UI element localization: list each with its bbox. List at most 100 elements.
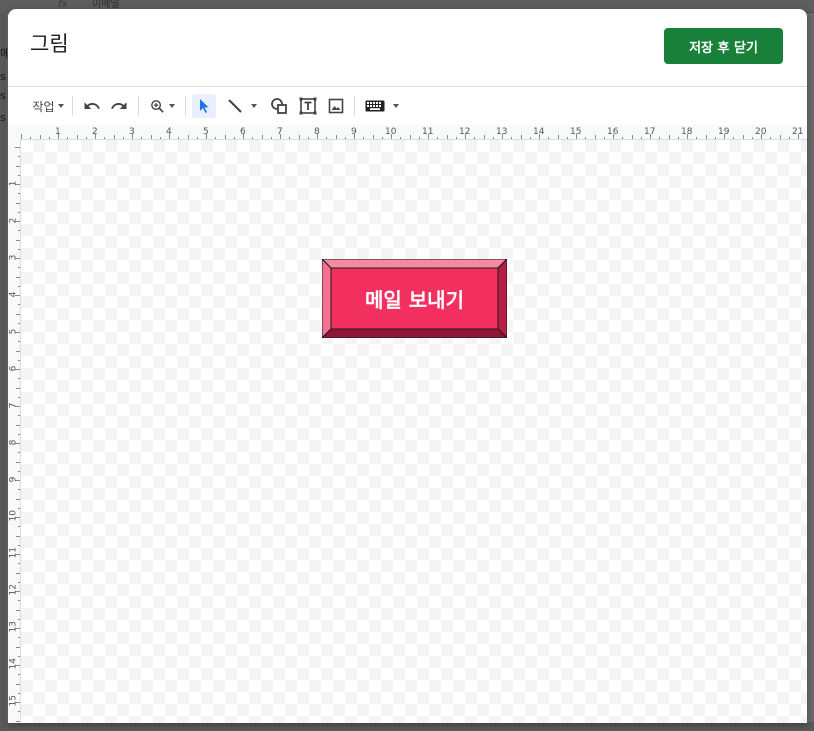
ruler-tick [18,526,20,528]
ruler-tick [659,137,661,139]
ruler-tick [18,285,20,287]
ruler-tick [585,137,587,139]
ruler-tick [603,137,605,139]
dialog-title: 그림 [30,32,69,56]
ruler-number: 1 [8,180,19,187]
image-tool-button[interactable] [324,94,348,118]
actions-menu-label: 작업 [32,99,55,114]
toolbar-divider [72,96,73,116]
ruler-tick [18,489,20,491]
ruler-tick [18,193,20,195]
ruler-tick [18,637,20,639]
zoom-icon [151,99,164,113]
ruler-tick [381,137,383,139]
ruler-tick [696,137,698,139]
ruler-tick [159,137,161,139]
ruler-number: 5 [8,328,19,335]
drawing-canvas[interactable]: 메일 보내기 [21,140,807,723]
ruler-number: 4 [8,291,19,298]
ruler-tick [566,137,568,139]
ruler-tick [76,135,78,139]
ruler-tick [298,135,300,139]
ruler-number: 6 [8,365,19,372]
ruler-tick [18,452,20,454]
ruler-number: 13 [496,127,508,137]
shape-tool-button[interactable] [267,94,291,118]
ruler-tick [18,655,20,657]
ruler-tick [446,135,448,139]
ruler-tick [344,137,346,139]
ruler-number: 11 [8,547,19,559]
ruler-tick [18,600,20,602]
ruler-number: 9 [351,127,357,137]
row-fragment: s [0,89,6,102]
select-tool-button[interactable] [192,94,216,118]
bevel-shape-graphic [320,257,509,340]
ruler-number: 12 [459,127,471,137]
ruler-tick [67,137,69,139]
actions-menu[interactable]: 작업 [30,94,66,118]
undo-icon [84,102,100,109]
image-icon [328,98,344,114]
ruler-number: 20 [755,127,767,137]
ruler-number: 7 [277,127,283,137]
save-and-close-button[interactable]: 저장 후 닫기 [664,28,783,64]
ruler-number: 2 [92,127,98,137]
undo-button[interactable] [80,94,104,118]
horizontal-ruler: 1 2 3 4 5 6 7 8 9 10 11 12 13 14 15 16 17 18 19 20 21 [20,125,807,140]
background-bottom-strip [0,722,814,731]
ruler-tick [252,137,254,139]
ruler-tick [557,135,559,139]
ruler-tick [18,267,20,269]
ruler-tick [511,137,513,139]
ruler-tick [16,720,20,722]
ruler-number: 14 [8,658,19,670]
ruler-number: 13 [8,621,19,633]
ruler-tick [16,387,20,389]
ruler-tick [18,174,20,176]
ruler-tick [705,135,707,139]
ruler-number: 17 [644,127,656,137]
ruler-tick [18,692,20,694]
ruler-number: 2 [8,217,19,224]
ruler-tick [474,137,476,139]
ruler-tick [335,135,337,139]
ruler-tick [714,137,716,139]
select-arrow-icon [200,99,209,113]
zoom-menu[interactable] [145,94,179,118]
ruler-tick [233,137,235,139]
bevel-button-shape[interactable]: 메일 보내기 [320,257,509,340]
chevron-down-icon [393,104,399,108]
line-tool-button[interactable] [222,94,262,118]
ruler-tick [18,470,20,472]
ruler-tick [492,137,494,139]
redo-button[interactable] [107,94,131,118]
input-tools-menu[interactable] [362,94,402,118]
ruler-number: 21 [792,127,804,137]
row-fragment: s [0,70,6,83]
ruler-number: 5 [203,127,209,137]
ruler-tick [18,378,20,380]
ruler-tick [548,137,550,139]
chevron-down-icon [57,104,64,108]
ruler-number: 18 [681,127,693,137]
ruler-tick [18,711,20,713]
text-box-tool-button[interactable] [296,94,320,118]
background-row-strip: 메 s s s [0,12,10,731]
ruler-tick [141,137,143,139]
ruler-tick [18,507,20,509]
ruler-tick [18,396,20,398]
ruler-tick [437,137,439,139]
ruler-tick [409,135,411,139]
ruler-tick [770,137,772,139]
ruler-tick [16,572,20,574]
ruler-number: 16 [607,127,619,137]
ruler-tick [779,135,781,139]
ruler-tick [788,137,790,139]
ruler-tick [178,137,180,139]
ruler-tick [631,135,633,139]
ruler-tick [187,135,189,139]
ruler-tick [16,202,20,204]
ruler-tick [18,563,20,565]
ruler-tick [16,535,20,537]
